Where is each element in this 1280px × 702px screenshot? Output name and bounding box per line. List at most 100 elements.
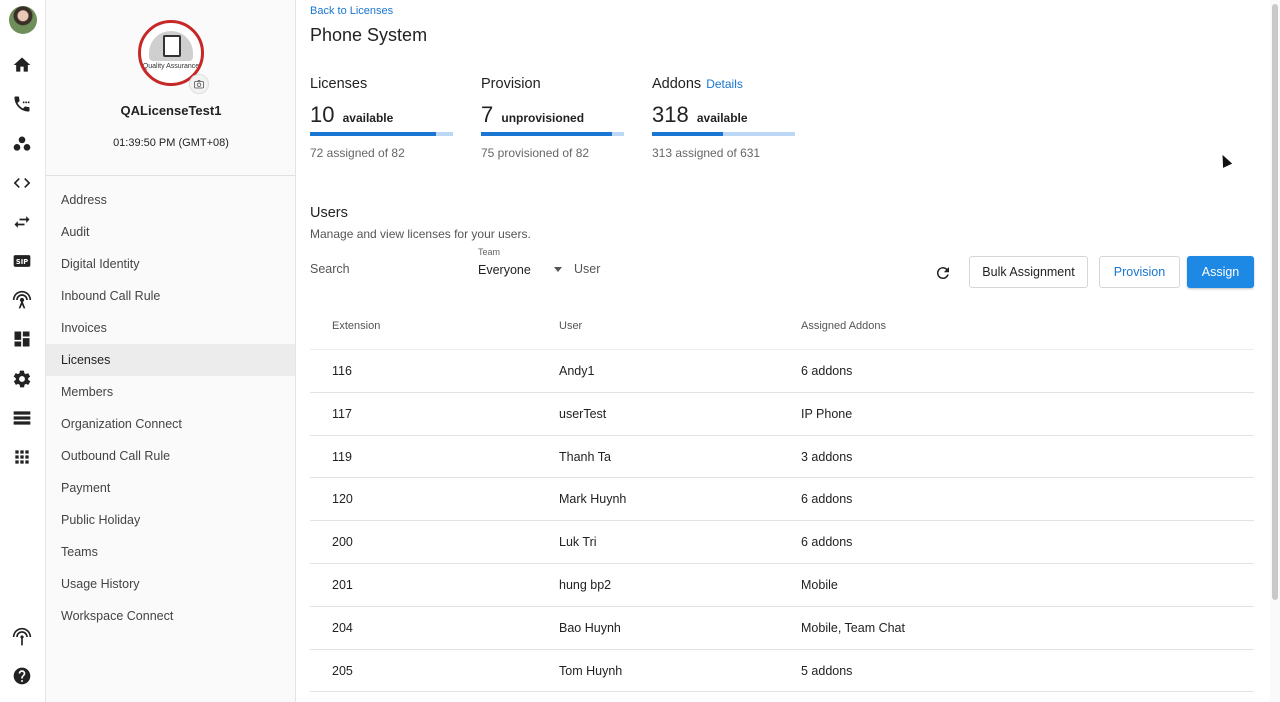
code-icon[interactable] bbox=[11, 172, 33, 194]
cell-user: Luk Tri bbox=[559, 535, 597, 550]
cell-user: userTest bbox=[559, 406, 607, 421]
camera-icon[interactable] bbox=[189, 74, 209, 94]
cell-addons: 6 addons bbox=[801, 535, 853, 550]
licenses-label: Licenses bbox=[310, 76, 368, 92]
help-icon[interactable] bbox=[11, 665, 33, 687]
menu-item-workspace-connect[interactable]: Workspace Connect bbox=[46, 600, 295, 632]
server-icon[interactable] bbox=[11, 407, 33, 429]
transfer-icon[interactable] bbox=[11, 211, 33, 233]
cell-extension: 204 bbox=[332, 620, 353, 635]
menu-item-licenses[interactable]: Licenses bbox=[46, 344, 295, 376]
menu-item-teams[interactable]: Teams bbox=[46, 536, 295, 568]
dashboard-icon[interactable] bbox=[11, 328, 33, 350]
cell-user: Thanh Ta bbox=[559, 449, 611, 464]
addons-available-count: 318 bbox=[652, 102, 689, 127]
provision-label: Provision bbox=[481, 76, 541, 92]
cell-user: Tom Huynh bbox=[559, 663, 623, 678]
user-filter-input[interactable]: User bbox=[574, 262, 600, 276]
column-header-user[interactable]: User bbox=[559, 320, 582, 332]
cell-user: hung bp2 bbox=[559, 577, 612, 592]
antenna-icon[interactable] bbox=[11, 289, 33, 311]
sip-icon[interactable]: SIP bbox=[11, 250, 33, 272]
licenses-available-count: 10 bbox=[310, 102, 335, 127]
table-row[interactable]: 201 hung bp2 Mobile bbox=[310, 564, 1254, 607]
cell-addons: Mobile, Team Chat bbox=[801, 620, 905, 635]
menu-item-outbound-call-rule[interactable]: Outbound Call Rule bbox=[46, 440, 295, 472]
org-name: QALicenseTest1 bbox=[120, 103, 222, 118]
cell-addons: 5 addons bbox=[801, 663, 853, 678]
provision-button[interactable]: Provision bbox=[1099, 256, 1180, 288]
addons-count: 318 available bbox=[652, 102, 802, 128]
cell-extension: 205 bbox=[332, 663, 353, 678]
column-header-addons[interactable]: Assigned Addons bbox=[801, 320, 886, 332]
provision-count: 7 unprovisioned bbox=[481, 102, 631, 128]
settings-menu: Address Audit Digital Identity Inbound C… bbox=[46, 176, 295, 632]
licenses-stat: Licenses 10 available 72 assigned of 82 bbox=[310, 76, 460, 160]
addons-details-link[interactable]: Details bbox=[706, 77, 743, 91]
menu-item-address[interactable]: Address bbox=[46, 184, 295, 216]
refresh-icon[interactable] bbox=[934, 264, 952, 282]
cell-extension: 200 bbox=[332, 535, 353, 550]
assign-button[interactable]: Assign bbox=[1187, 256, 1254, 288]
menu-item-invoices[interactable]: Invoices bbox=[46, 312, 295, 344]
scrollbar-thumb[interactable] bbox=[1272, 4, 1278, 600]
menu-item-payment[interactable]: Payment bbox=[46, 472, 295, 504]
table-row[interactable]: 116 Andy1 6 addons bbox=[310, 350, 1254, 393]
gear-icon[interactable] bbox=[11, 368, 33, 390]
addons-progress-bar bbox=[652, 132, 795, 136]
licenses-assigned: 72 assigned of 82 bbox=[310, 146, 405, 160]
licenses-available-unit: available bbox=[342, 111, 394, 125]
cell-addons: Mobile bbox=[801, 577, 838, 592]
page-title: Phone System bbox=[310, 25, 428, 45]
home-icon[interactable] bbox=[11, 54, 33, 76]
user-avatar[interactable] bbox=[9, 6, 37, 34]
chevron-down-icon[interactable] bbox=[554, 267, 562, 272]
back-to-licenses-link[interactable]: Back to Licenses bbox=[310, 5, 393, 17]
menu-item-inbound-call-rule[interactable]: Inbound Call Rule bbox=[46, 280, 295, 312]
cell-extension: 120 bbox=[332, 492, 353, 507]
table-row[interactable]: 117 userTest IP Phone bbox=[310, 393, 1254, 436]
cell-extension: 201 bbox=[332, 577, 353, 592]
apps-grid-icon[interactable] bbox=[11, 446, 33, 468]
table-row[interactable]: 204 Bao Huynh Mobile, Team Chat bbox=[310, 607, 1254, 650]
unprovisioned-unit: unprovisioned bbox=[501, 111, 585, 125]
addons-assigned: 313 assigned of 631 bbox=[652, 146, 761, 160]
menu-item-organization-connect[interactable]: Organization Connect bbox=[46, 408, 295, 440]
menu-item-public-holiday[interactable]: Public Holiday bbox=[46, 504, 295, 536]
table-row[interactable]: 120 Mark Huynh 6 addons bbox=[310, 478, 1254, 522]
users-section-desc: Manage and view licenses for your users. bbox=[310, 227, 531, 241]
provision-progress-fill bbox=[481, 132, 612, 136]
column-header-extension[interactable]: Extension bbox=[332, 320, 380, 332]
provision-stat: Provision 7 unprovisioned 75 provisioned… bbox=[481, 76, 631, 160]
svg-text:SIP: SIP bbox=[16, 258, 28, 266]
org-time: 01:39:50 PM (GMT+08) bbox=[113, 137, 229, 149]
menu-item-digital-identity[interactable]: Digital Identity bbox=[46, 248, 295, 280]
team-select[interactable]: Everyone bbox=[478, 263, 531, 277]
cell-addons: 3 addons bbox=[801, 449, 853, 464]
menu-item-members[interactable]: Members bbox=[46, 376, 295, 408]
page-scrollbar[interactable] bbox=[1270, 0, 1280, 702]
users-section-title: Users bbox=[310, 205, 348, 221]
table-row[interactable]: 200 Luk Tri 6 addons bbox=[310, 521, 1254, 564]
cell-user: Mark Huynh bbox=[559, 492, 627, 507]
menu-item-usage-history[interactable]: Usage History bbox=[46, 568, 295, 600]
addons-label-row: Addons Details bbox=[652, 76, 802, 92]
table-row[interactable]: 205 Tom Huynh 5 addons bbox=[310, 650, 1254, 693]
menu-item-audit[interactable]: Audit bbox=[46, 216, 295, 248]
licenses-progress-bar bbox=[310, 132, 453, 136]
provision-progress-bar bbox=[481, 132, 624, 136]
app: SIP Quality Assurance QALicenseTest1 01:… bbox=[0, 0, 1280, 702]
search-input[interactable]: Search bbox=[310, 262, 350, 276]
table-row[interactable]: 119 Thanh Ta 3 addons bbox=[310, 436, 1254, 479]
cell-addons: IP Phone bbox=[801, 406, 853, 421]
table-header: Extension User Assigned Addons bbox=[310, 308, 1254, 350]
cell-addons: 6 addons bbox=[801, 492, 853, 507]
bulk-assignment-button[interactable]: Bulk Assignment bbox=[969, 256, 1088, 288]
addons-stat: Addons Details 318 available 313 assigned… bbox=[652, 76, 802, 160]
cell-extension: 116 bbox=[332, 364, 352, 378]
settings-panel: Quality Assurance QALicenseTest1 01:39:5… bbox=[46, 0, 296, 702]
groups-icon[interactable] bbox=[11, 133, 33, 155]
broadcast-icon[interactable] bbox=[11, 626, 33, 648]
licenses-count: 10 available bbox=[310, 102, 460, 128]
phone-icon[interactable] bbox=[11, 93, 33, 115]
